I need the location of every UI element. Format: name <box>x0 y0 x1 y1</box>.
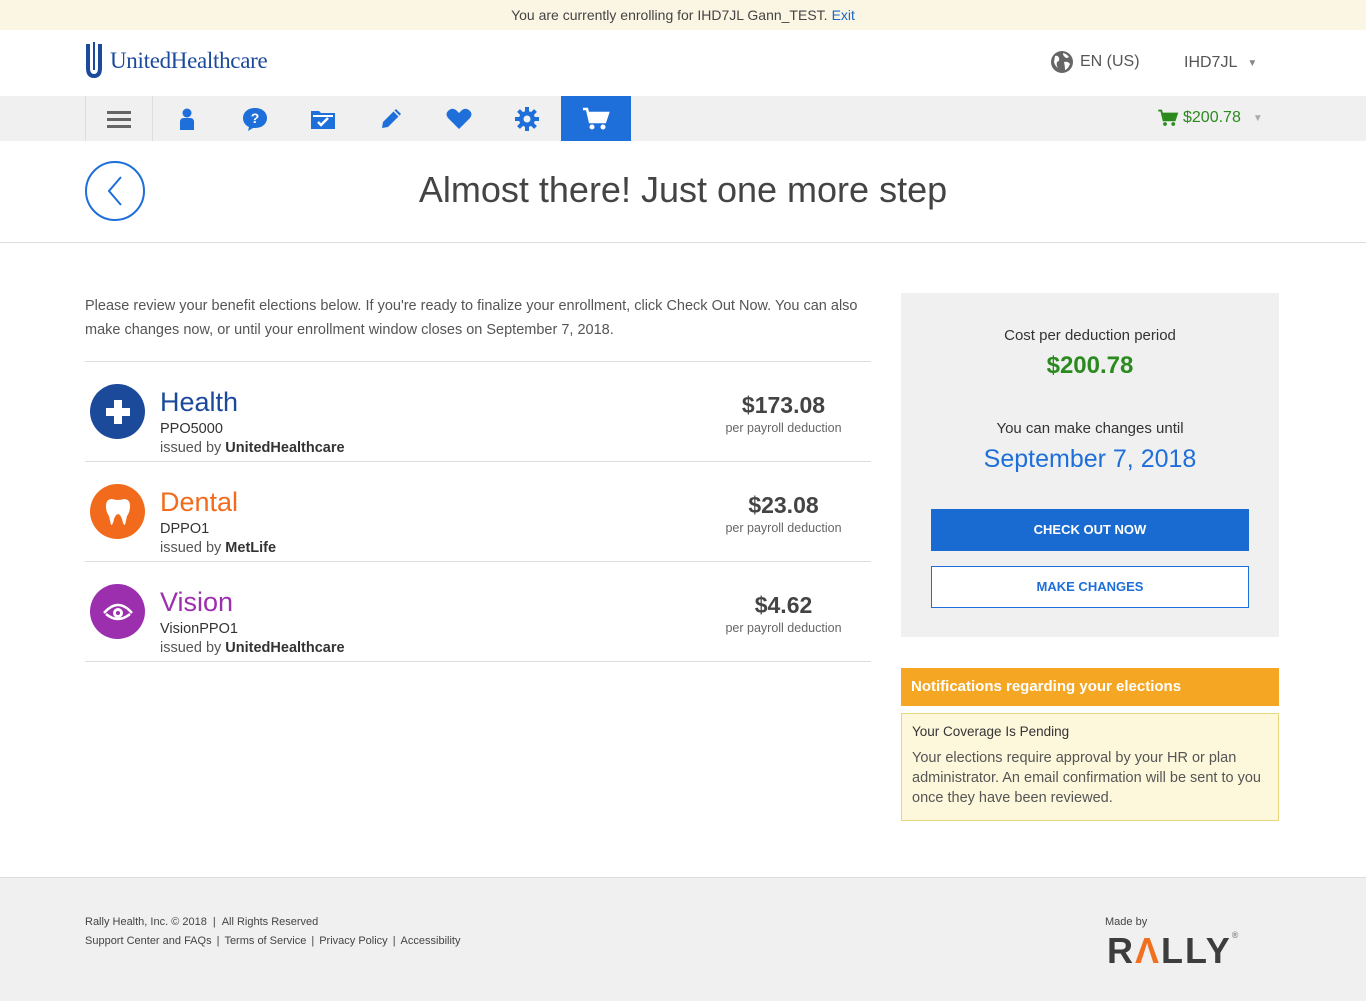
menu-icon[interactable] <box>85 96 153 141</box>
plan-code: VisionPPO1 <box>160 621 238 637</box>
folder-check-icon[interactable] <box>289 96 357 141</box>
cost-summary-panel: Cost per deduction period $200.78 You ca… <box>901 293 1279 637</box>
copyright-text: Rally Health, Inc. © 2018 <box>85 916 207 928</box>
issuer-name: UnitedHealthcare <box>225 440 345 456</box>
accessibility-link[interactable]: Accessibility <box>401 935 461 947</box>
plan-row-health: Health PPO5000 issued by UnitedHealthcar… <box>85 362 871 462</box>
check-out-now-button[interactable]: CHECK OUT NOW <box>931 509 1249 551</box>
logo-text: UnitedHealthcare <box>110 48 268 73</box>
chevron-down-icon: ▼ <box>1252 112 1263 124</box>
plan-issuer: issued by UnitedHealthcare <box>160 440 345 456</box>
chevron-down-icon: ▼ <box>1247 57 1258 69</box>
make-changes-button[interactable]: MAKE CHANGES <box>931 566 1249 608</box>
plan-code: PPO5000 <box>160 421 223 437</box>
cart-icon[interactable] <box>561 96 631 141</box>
plan-name: Health <box>160 387 239 417</box>
issuer-name: MetLife <box>225 540 277 556</box>
made-by-label: Made by <box>1105 916 1148 928</box>
page-title: Almost there! Just one more step <box>418 169 948 210</box>
enrollment-banner: You are currently enrolling for IHD7JL G… <box>0 0 1366 30</box>
issuer-prefix: issued by <box>160 440 222 456</box>
notifications-header: Notifications regarding your elections <box>901 668 1279 706</box>
plan-price-sub: per payroll deduction <box>725 421 842 435</box>
notification-card: Your Coverage Is Pending Your elections … <box>901 713 1279 821</box>
person-icon[interactable] <box>153 96 221 141</box>
footer: Rally Health, Inc. © 2018 | All Rights Res… <box>0 877 1366 1001</box>
svg-text:?: ? <box>251 110 260 126</box>
intro-text: Please review your benefit elections bel… <box>85 298 858 338</box>
privacy-link[interactable]: Privacy Policy <box>319 935 387 947</box>
logo[interactable]: UnitedHealthcare <box>84 42 268 80</box>
plan-issuer: issued by MetLife <box>160 540 276 556</box>
plan-price: $173.08 <box>741 392 826 418</box>
cart-total-amount: $200.78 <box>1183 109 1241 126</box>
plan-row-vision: Vision VisionPPO1 issued by UnitedHealth… <box>85 562 871 662</box>
deadline-date: September 7, 2018 <box>983 445 1197 473</box>
plan-issuer: issued by UnitedHealthcare <box>160 640 345 656</box>
footer-copyright: Rally Health, Inc. © 2018 | All Rights Res… <box>85 916 319 928</box>
issuer-name: UnitedHealthcare <box>225 640 345 656</box>
plan-price-sub: per payroll deduction <box>725 521 842 535</box>
rally-logo: RΛLLY® <box>1107 930 1239 971</box>
gear-icon[interactable] <box>493 96 561 141</box>
plan-price: $23.08 <box>748 492 819 518</box>
plan-list: Health PPO5000 issued by UnitedHealthcar… <box>85 361 871 662</box>
cost-label: Cost per deduction period <box>1004 327 1176 344</box>
plan-price-sub: per payroll deduction <box>725 621 842 635</box>
plan-price: $4.62 <box>754 592 813 618</box>
heart-icon[interactable] <box>425 96 493 141</box>
user-label: IHD7JL <box>1184 54 1238 71</box>
uhc-logo-icon <box>86 42 102 78</box>
user-menu[interactable]: IHD7JL ▼ <box>1184 54 1257 72</box>
help-icon[interactable]: ? <box>221 96 289 141</box>
terms-link[interactable]: Terms of Service <box>224 935 306 947</box>
cart-total[interactable]: $200.78 ▼ <box>1157 109 1263 127</box>
top-bar: UnitedHealthcare EN (US) IHD7JL ▼ <box>0 30 1366 96</box>
exit-link[interactable]: Exit <box>832 7 855 23</box>
issuer-prefix: issued by <box>160 640 222 656</box>
plan-code: DPPO1 <box>160 521 210 537</box>
language-selector[interactable]: EN (US) <box>1050 50 1140 74</box>
tooth-icon <box>90 484 145 539</box>
page-header: Almost there! Just one more step <box>0 141 1366 243</box>
issuer-prefix: issued by <box>160 540 222 556</box>
rights-text: All Rights Reserved <box>221 916 319 928</box>
cost-amount: $200.78 <box>1046 352 1134 379</box>
support-link[interactable]: Support Center and FAQs <box>85 935 212 947</box>
notification-title: Your Coverage Is Pending <box>912 724 1070 739</box>
cart-icon-small <box>1158 109 1179 126</box>
plan-name: Dental <box>160 487 239 517</box>
plan-row-dental: Dental DPPO1 issued by MetLife $23.08 pe… <box>85 462 871 562</box>
notification-text: Your elections require approval by your … <box>912 750 1261 806</box>
language-label: EN (US) <box>1080 53 1140 70</box>
footer-links: Support Center and FAQs | Terms of Servic… <box>85 935 461 947</box>
globe-icon <box>1051 51 1073 73</box>
nav-bar: ? $200.78 ▼ <box>0 96 1366 141</box>
pencil-icon[interactable] <box>357 96 425 141</box>
deadline-label: You can make changes until <box>996 420 1184 437</box>
plan-name: Vision <box>160 587 234 617</box>
banner-text: You are currently enrolling for IHD7JL G… <box>511 7 828 23</box>
eye-icon <box>90 584 145 639</box>
medical-cross-icon <box>90 384 145 439</box>
